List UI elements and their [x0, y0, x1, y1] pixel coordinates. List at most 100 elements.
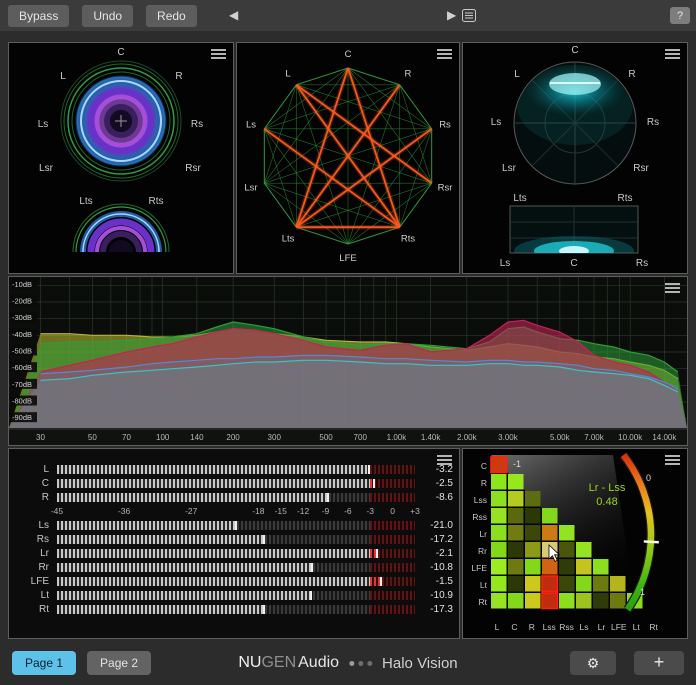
help-button[interactable]: ? [670, 7, 690, 24]
matrix-cell[interactable] [610, 576, 626, 592]
matrix-cell[interactable] [491, 559, 507, 575]
matrix-cell[interactable] [491, 576, 507, 592]
channel-label: -10dB [12, 280, 32, 289]
channel-label: L [514, 69, 520, 80]
matrix-cell[interactable] [491, 525, 507, 541]
channel-label: -20dB [12, 297, 32, 306]
matrix-cell[interactable] [610, 593, 626, 609]
matrix-cell[interactable] [559, 559, 575, 575]
meter-row: Rs-17.2 [9, 533, 459, 546]
meter-value: -17.2 [415, 534, 459, 545]
channel-label: -70dB [12, 380, 32, 389]
matrix-cell[interactable] [525, 508, 541, 524]
matrix-cell[interactable] [508, 491, 524, 507]
matrix-cell[interactable] [525, 593, 541, 609]
channel-label: Lr [479, 529, 487, 539]
web-panel-menu-icon[interactable] [437, 49, 452, 61]
matrix-cell[interactable] [491, 508, 507, 524]
settings-button[interactable]: ⚙ [570, 651, 616, 675]
matrix-cell[interactable] [542, 593, 558, 609]
matrix-cell[interactable] [508, 559, 524, 575]
scale-tick-label: -3 [366, 506, 374, 516]
matrix-cell[interactable] [576, 576, 592, 592]
matrix-cell[interactable] [593, 576, 609, 592]
matrix-cell[interactable] [542, 576, 558, 592]
matrix-cell[interactable] [508, 576, 524, 592]
meter-track [57, 493, 415, 502]
meter-value: -2.5 [415, 478, 459, 489]
meter-channel-label: Rt [9, 604, 57, 615]
matrix-cell[interactable] [559, 593, 575, 609]
meter-channel-label: Ls [9, 520, 57, 531]
scale-tick-label: -6 [344, 506, 352, 516]
meter-value: -10.8 [415, 562, 459, 573]
matrix-cell[interactable] [559, 542, 575, 558]
channel-label: LFE [611, 622, 627, 632]
matrix-cell[interactable] [491, 457, 507, 473]
matrix-cell[interactable] [491, 593, 507, 609]
scope-panel-menu-icon[interactable] [211, 49, 226, 61]
matrix-cell[interactable] [508, 542, 524, 558]
polar-panel-menu-icon[interactable] [665, 49, 680, 61]
playlist-icon[interactable] [462, 9, 476, 22]
channel-label: 30 [36, 433, 45, 442]
meter-value: -8.6 [415, 492, 459, 503]
matrix-cell[interactable] [542, 525, 558, 541]
undo-button[interactable]: Undo [82, 5, 133, 27]
redo-button[interactable]: Redo [146, 5, 197, 27]
add-panel-button[interactable]: + [634, 651, 684, 675]
matrix-cell[interactable] [491, 542, 507, 558]
matrix-cell[interactable] [576, 593, 592, 609]
channel-label: Ls [580, 622, 589, 632]
matrix-cell[interactable] [491, 491, 507, 507]
meter-row: Ls-21.0 [9, 519, 459, 532]
matrix-cell[interactable] [559, 576, 575, 592]
matrix-cell[interactable] [525, 542, 541, 558]
matrix-cell[interactable] [542, 508, 558, 524]
matrix-cell[interactable] [508, 508, 524, 524]
channel-label: Lss [543, 622, 556, 632]
matrix-cell[interactable] [593, 593, 609, 609]
correlation-panel-menu-icon[interactable] [665, 455, 680, 467]
matrix-cell[interactable] [593, 559, 609, 575]
channel-label: LFE [471, 563, 487, 573]
matrix-cell[interactable] [525, 559, 541, 575]
channel-label: -50dB [12, 347, 32, 356]
matrix-cell[interactable] [508, 525, 524, 541]
channel-label: 2.00k [457, 433, 478, 442]
channel-label: 50 [88, 433, 97, 442]
previous-icon[interactable]: ◀ [229, 8, 238, 22]
matrix-cell[interactable] [576, 559, 592, 575]
channel-label: Ls [491, 117, 502, 128]
play-icon[interactable]: ▶ [447, 8, 456, 22]
bottom-row: L-3.2C-2.5R-8.6-45-36-27-18-15-12-9-6-30… [8, 448, 688, 639]
matrix-cell[interactable] [491, 474, 507, 490]
toolbar: Bypass Undo Redo ◀ ▶ ? [0, 0, 696, 31]
matrix-cell[interactable] [525, 491, 541, 507]
channel-web-visualization: CRRsRsrRtsLFELtsLsrLsL [237, 43, 459, 272]
page1-button[interactable]: Page 1 [12, 651, 76, 675]
matrix-cell[interactable] [576, 542, 592, 558]
matrix-cell[interactable] [525, 576, 541, 592]
matrix-cell[interactable] [525, 525, 541, 541]
correlation-matrix: CRLssRssLrRrLFELtRtLCRLssRssLsLrLFELtRt [463, 449, 687, 638]
channel-label: 14.00k [652, 433, 677, 442]
channel-label: Lts [282, 234, 295, 245]
channel-label: -60dB [12, 363, 32, 372]
brand-audio: Audio [298, 654, 339, 671]
channel-label: L [285, 68, 290, 79]
channel-label: C [570, 258, 577, 269]
page2-button[interactable]: Page 2 [87, 651, 151, 675]
channel-label: LFE [339, 253, 356, 264]
channel-label: 70 [122, 433, 131, 442]
spectrum-panel-menu-icon[interactable] [665, 283, 680, 295]
plus-icon: + [654, 652, 665, 673]
meter-row: LFE-1.5 [9, 575, 459, 588]
level-meters-panel: L-3.2C-2.5R-8.6-45-36-27-18-15-12-9-6-30… [8, 448, 460, 639]
bypass-button[interactable]: Bypass [8, 5, 69, 27]
scale-tick-label: -18 [252, 506, 264, 516]
matrix-cell[interactable] [508, 593, 524, 609]
meters-panel-menu-icon[interactable] [437, 455, 452, 467]
matrix-cell[interactable] [559, 525, 575, 541]
matrix-cell[interactable] [508, 474, 524, 490]
